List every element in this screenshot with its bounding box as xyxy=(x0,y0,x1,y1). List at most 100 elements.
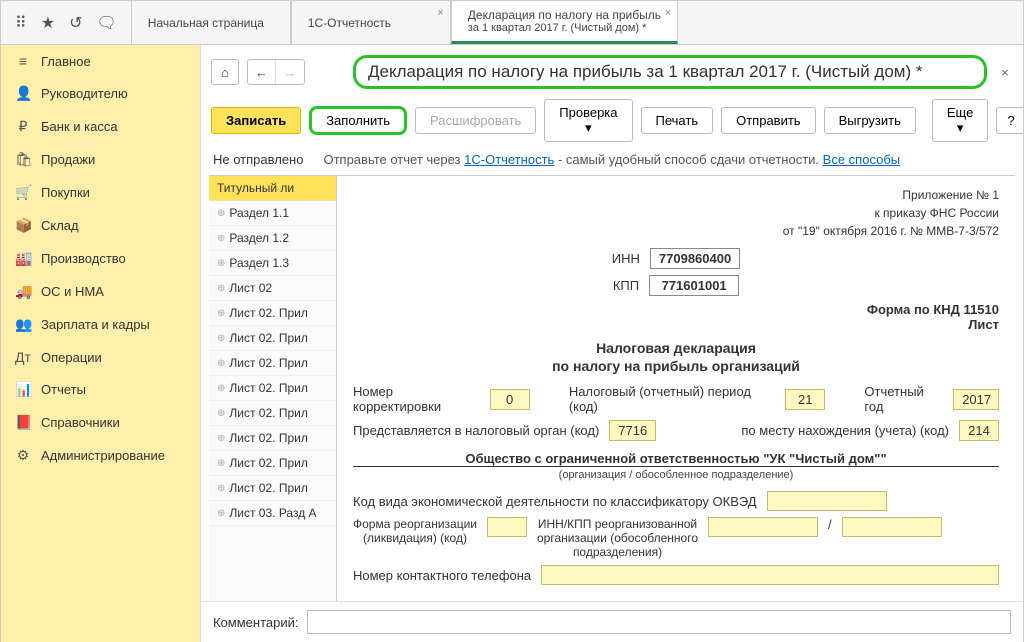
tree-item[interactable]: ⊕Лист 02. Прил xyxy=(209,351,336,376)
expand-icon[interactable]: ⊕ xyxy=(217,283,225,294)
close-icon[interactable]: × xyxy=(665,7,671,19)
close-page-button[interactable]: × xyxy=(995,65,1015,80)
tree-item[interactable]: Титульный ли xyxy=(209,176,336,201)
tree-item[interactable]: ⊕Лист 02. Прил xyxy=(209,426,336,451)
sidebar-item-operations[interactable]: ДᴛОперации xyxy=(1,341,200,373)
expand-icon[interactable]: ⊕ xyxy=(217,233,225,244)
export-button[interactable]: Выгрузить xyxy=(824,107,916,134)
tree-item[interactable]: ⊕Лист 02. Прил xyxy=(209,476,336,501)
apps-icon[interactable]: ⠿ xyxy=(15,13,27,33)
star-icon[interactable]: ★ xyxy=(41,13,55,33)
chat-icon[interactable]: 🗨 xyxy=(96,13,116,33)
tax-organ-label: Представляется в налоговый орган (код) xyxy=(353,423,599,438)
sidebar-item-references[interactable]: 📕Справочники xyxy=(1,406,200,439)
help-button[interactable]: ? xyxy=(996,107,1023,134)
section-tree[interactable]: Титульный ли ⊕Раздел 1.1 ⊕Раздел 1.2 ⊕Ра… xyxy=(209,176,337,601)
tree-item[interactable]: ⊕Лист 02 xyxy=(209,276,336,301)
tax-organ-value[interactable]: 7716 xyxy=(609,420,656,441)
link-1c-reporting[interactable]: 1С-Отчетность xyxy=(464,152,554,167)
sidebar-item-main[interactable]: ≡Главное xyxy=(1,45,200,77)
main-sidebar: ≡Главное 👤Руководителю ₽Банк и касса 🛍Пр… xyxy=(1,45,201,642)
sidebar-item-production[interactable]: 🏭Производство xyxy=(1,242,200,275)
sidebar-item-admin[interactable]: ⚙Администрирование xyxy=(1,439,200,472)
reorg-label: Форма реорганизации xyxy=(353,517,477,531)
tree-item[interactable]: ⊕Лист 02. Прил xyxy=(209,401,336,426)
expand-icon[interactable]: ⊕ xyxy=(217,433,225,444)
sidebar-item-sales[interactable]: 🛍Продажи xyxy=(1,143,200,176)
page-title: Декларация по налогу на прибыль за 1 ква… xyxy=(353,55,987,89)
sidebar-item-hr[interactable]: 👥Зарплата и кадры xyxy=(1,308,200,341)
tab-declaration[interactable]: Декларация по налогу на прибыль за 1 ква… xyxy=(451,1,678,44)
reorg-inn-input[interactable] xyxy=(708,517,818,537)
tab-reporting[interactable]: 1С-Отчетность× xyxy=(291,1,451,44)
tree-item[interactable]: ⊕Лист 02. Прил xyxy=(209,301,336,326)
expand-icon[interactable]: ⊕ xyxy=(217,333,225,344)
check-button[interactable]: Проверка ▾ xyxy=(544,99,632,142)
menu-icon: ≡ xyxy=(15,53,31,69)
comments-input[interactable] xyxy=(307,610,1012,634)
tree-item[interactable]: ⊕Раздел 1.3 xyxy=(209,251,336,276)
expand-icon[interactable]: ⊕ xyxy=(217,483,225,494)
tree-item[interactable]: ⊕Раздел 1.2 xyxy=(209,226,336,251)
tree-item[interactable]: ⊕Лист 02. Прил xyxy=(209,376,336,401)
reorg-innkpp-label3: подразделения) xyxy=(537,545,698,559)
print-button[interactable]: Печать xyxy=(641,107,714,134)
sidebar-item-reports[interactable]: 📊Отчеты xyxy=(1,373,200,406)
chart-icon: 📊 xyxy=(15,381,31,398)
sidebar-item-bank[interactable]: ₽Банк и касса xyxy=(1,110,200,143)
phone-label: Номер контактного телефона xyxy=(353,568,531,583)
year-label: Отчетный год xyxy=(864,384,943,414)
link-all-ways[interactable]: Все способы xyxy=(823,152,900,167)
expand-icon[interactable]: ⊕ xyxy=(217,358,225,369)
kpp-value: 771601001 xyxy=(649,275,739,296)
reorg-code-input[interactable] xyxy=(487,517,527,537)
sidebar-item-manager[interactable]: 👤Руководителю xyxy=(1,77,200,110)
place-value[interactable]: 214 xyxy=(959,420,999,441)
expand-icon[interactable]: ⊕ xyxy=(217,383,225,394)
book-icon: 📕 xyxy=(15,414,31,431)
more-button[interactable]: Еще ▾ xyxy=(932,99,988,142)
history-icon[interactable]: ↺ xyxy=(69,13,82,33)
org-name: Общество с ограниченной ответственностью… xyxy=(353,451,999,466)
home-button[interactable]: ⌂ xyxy=(211,59,239,85)
send-button[interactable]: Отправить xyxy=(721,107,815,134)
fill-button[interactable]: Заполнить xyxy=(309,106,407,135)
reorg-innkpp-label: ИНН/КПП реорганизованной xyxy=(537,517,698,531)
place-label: по месту нахождения (учета) (код) xyxy=(741,423,949,438)
gear-icon: ⚙ xyxy=(15,447,31,464)
save-button[interactable]: Записать xyxy=(211,107,301,134)
reorg-kpp-input[interactable] xyxy=(842,517,942,537)
inn-value: 7709860400 xyxy=(650,248,740,269)
back-button[interactable]: ← xyxy=(248,60,276,84)
form-area[interactable]: Приложение № 1 к приказу ФНС России от "… xyxy=(337,176,1015,601)
form-reference: Приложение № 1 к приказу ФНС России от "… xyxy=(353,186,999,240)
period-label: Налоговый (отчетный) период (код) xyxy=(569,384,775,414)
tree-item[interactable]: ⊕Раздел 1.1 xyxy=(209,201,336,226)
year-value[interactable]: 2017 xyxy=(953,389,999,410)
sidebar-item-assets[interactable]: 🚚ОС и НМА xyxy=(1,275,200,308)
comments-label: Комментарий: xyxy=(213,615,299,630)
kpp-label: КПП xyxy=(613,278,639,293)
period-value[interactable]: 21 xyxy=(785,389,825,410)
tab-home[interactable]: Начальная страница xyxy=(131,1,291,44)
box-icon: 📦 xyxy=(15,217,31,234)
sidebar-item-purchases[interactable]: 🛒Покупки xyxy=(1,176,200,209)
sidebar-item-warehouse[interactable]: 📦Склад xyxy=(1,209,200,242)
reorg-innkpp-label2: организации (обособленного xyxy=(537,531,698,545)
expand-icon[interactable]: ⊕ xyxy=(217,258,225,269)
expand-icon[interactable]: ⊕ xyxy=(217,458,225,469)
okved-label: Код вида экономической деятельности по к… xyxy=(353,494,757,509)
expand-icon[interactable]: ⊕ xyxy=(217,208,225,219)
tree-item[interactable]: ⊕Лист 03. Разд А xyxy=(209,501,336,526)
tree-item[interactable]: ⊕Лист 02. Прил xyxy=(209,451,336,476)
okved-input[interactable] xyxy=(767,491,887,511)
correction-value[interactable]: 0 xyxy=(490,389,530,410)
expand-icon[interactable]: ⊕ xyxy=(217,508,225,519)
expand-icon[interactable]: ⊕ xyxy=(217,308,225,319)
tree-item[interactable]: ⊕Лист 02. Прил xyxy=(209,326,336,351)
close-icon[interactable]: × xyxy=(437,7,443,19)
form-subtitle: по налогу на прибыль организаций xyxy=(353,358,999,374)
expand-icon[interactable]: ⊕ xyxy=(217,408,225,419)
form-title: Налоговая декларация xyxy=(353,340,999,356)
phone-input[interactable] xyxy=(541,565,999,585)
